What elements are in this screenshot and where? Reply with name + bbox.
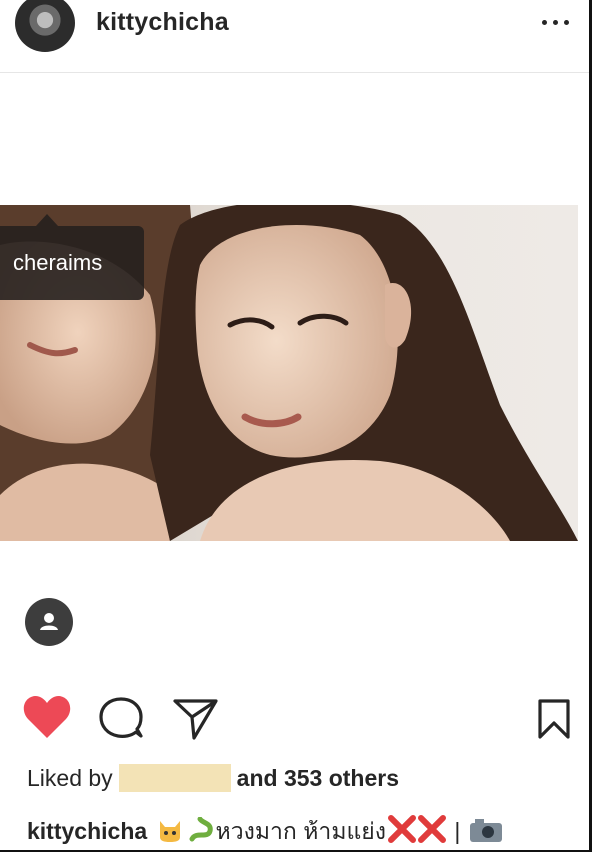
comment-icon[interactable] [98,696,146,740]
likes-count[interactable]: and 353 others [237,765,399,791]
caption-username[interactable]: kittychicha [27,818,147,844]
liked-by-prefix: Liked by [27,765,113,791]
tag-pointer [36,214,58,226]
snake-emoji-icon [188,816,214,849]
heart-icon[interactable] [22,694,72,740]
cat-emoji-icon [156,817,184,849]
bookmark-icon[interactable] [537,699,571,739]
avatar[interactable] [15,0,75,52]
direct-share-icon[interactable] [172,697,220,741]
likes-summary: Liked by and 353 others [27,764,399,792]
camera-emoji-icon [469,817,503,849]
post-caption: kittychicha หวงมาก ห้ามแย่ง | [27,814,505,850]
post-header: kittychicha [0,0,589,73]
post-username[interactable]: kittychicha [96,8,229,37]
red-x-icon [388,815,447,849]
caption-separator: | [454,818,461,844]
caption-text: หวงมาก ห้ามแย่ง [215,818,387,844]
photo-tag-label[interactable]: cheraims [0,226,144,300]
tagged-user-icon[interactable] [25,598,73,646]
more-options-icon[interactable] [541,10,571,34]
redacted-username [118,764,231,792]
